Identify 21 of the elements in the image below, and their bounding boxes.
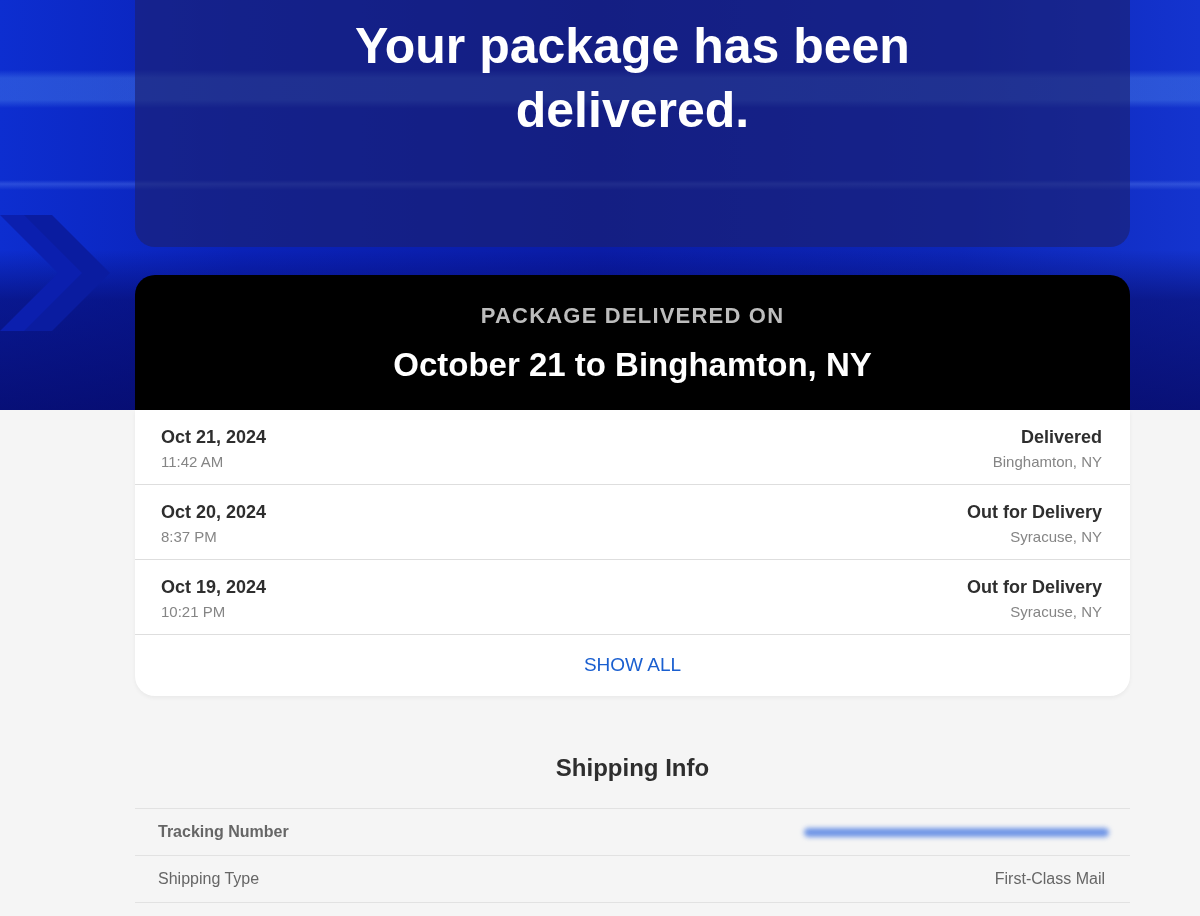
event-time: 11:42 AM (161, 452, 224, 471)
event-status: Out for Delivery (966, 576, 1102, 598)
summary-detail: October 21 to Binghamton, NY (393, 345, 872, 385)
event-date: Oct 21, 2024 (161, 426, 267, 448)
section-title: Shipping Info (555, 754, 710, 782)
info-label: Shipping Type (158, 870, 260, 888)
chevrons-icon (0, 215, 110, 331)
headline: Your package has been delivered. (354, 17, 911, 140)
info-value: First-Class Mail (994, 870, 1105, 888)
event-status: Out for Delivery (966, 501, 1102, 523)
event-location: Syracuse, NY (1010, 527, 1102, 546)
event-date: Oct 19, 2024 (161, 576, 267, 598)
info-label: Tracking Number (158, 823, 289, 841)
show-all-button[interactable]: SHOW ALL (577, 635, 688, 696)
event-status: Delivered (1020, 426, 1102, 448)
event-location: Syracuse, NY (1010, 602, 1102, 621)
event-location: Binghamton, NY (992, 452, 1102, 471)
event-date: Oct 20, 2024 (161, 501, 267, 523)
summary-label: PACKAGE DELIVERED ON (480, 303, 785, 329)
event-time: 8:37 PM (161, 527, 217, 546)
event-time: 10:21 PM (161, 602, 226, 621)
